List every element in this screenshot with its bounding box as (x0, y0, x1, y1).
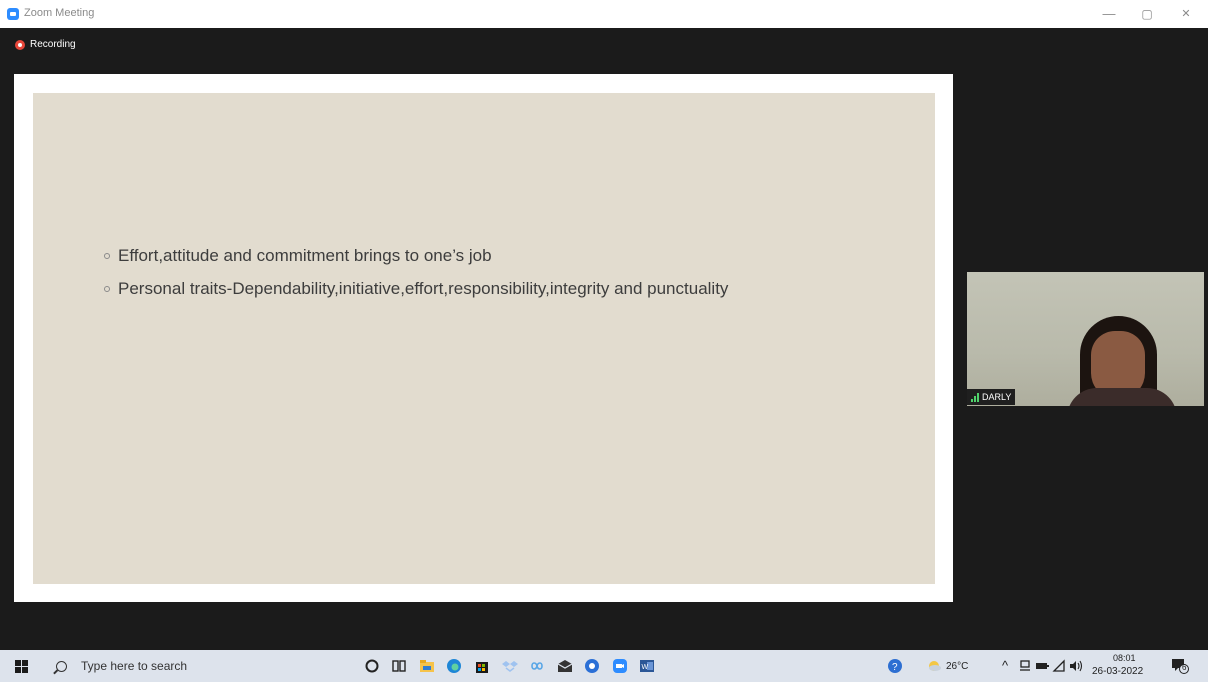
participant-video[interactable]: DARLY (967, 272, 1204, 406)
dropbox-icon[interactable] (502, 658, 518, 674)
bullet-text: Effort,attitude and commitment brings to… (118, 245, 492, 265)
network-adapter-icon[interactable] (1017, 658, 1033, 674)
notification-count: 6 (1182, 663, 1187, 672)
svg-text:W: W (642, 664, 649, 671)
search-placeholder: Type here to search (81, 659, 188, 673)
window-titlebar: Zoom Meeting — ▢ ✕ (0, 0, 1208, 28)
zoom-app-icon (7, 8, 19, 20)
file-explorer-icon[interactable] (419, 658, 435, 674)
bullet-icon (104, 252, 110, 259)
recording-indicator[interactable]: Recording (15, 39, 76, 50)
weather-icon[interactable] (926, 658, 942, 674)
window-title: Zoom Meeting (24, 7, 95, 19)
mail-icon[interactable] (557, 658, 573, 674)
record-icon (15, 39, 25, 50)
participant-name: DARLY (982, 392, 1012, 402)
chrome-like-app-icon[interactable] (584, 658, 600, 674)
task-view-icon[interactable] (391, 658, 407, 674)
signal-strength-icon (971, 392, 979, 402)
infinity-app-icon[interactable] (529, 658, 545, 674)
battery-icon[interactable] (1034, 658, 1050, 674)
cortana-icon[interactable] (364, 658, 380, 674)
clock-time[interactable]: 08:01 (1113, 653, 1136, 663)
wifi-icon[interactable] (1051, 658, 1067, 674)
bullet-text: Personal traits-Dependability,initiative… (118, 278, 729, 298)
participant-name-tag: DARLY (967, 389, 1016, 405)
restore-button[interactable]: ▢ (1135, 4, 1159, 24)
bullet-icon (104, 285, 110, 292)
clock-date[interactable]: 26-03-2022 (1092, 666, 1143, 677)
close-button[interactable]: ✕ (1174, 4, 1198, 24)
slide-bullet-list: Effort,attitude and commitment brings to… (104, 239, 728, 305)
help-icon[interactable]: ? (887, 658, 903, 674)
participant-body (1067, 388, 1177, 406)
volume-icon[interactable] (1068, 658, 1084, 674)
slide-bullet: Personal traits-Dependability,initiative… (104, 272, 728, 305)
svg-text:?: ? (892, 662, 898, 673)
windows-taskbar: Type here to search W ? 26°C ^ 08:01 26-… (0, 650, 1208, 682)
search-icon (56, 660, 67, 672)
word-icon[interactable]: W (639, 658, 655, 674)
slide-bullet: Effort,attitude and commitment brings to… (104, 239, 728, 272)
shared-screen: Effort,attitude and commitment brings to… (14, 74, 953, 602)
windows-start-icon[interactable] (15, 660, 28, 673)
edge-browser-icon[interactable] (446, 658, 462, 674)
weather-temperature[interactable]: 26°C (946, 661, 968, 672)
show-hidden-icons-chevron-icon[interactable]: ^ (1002, 658, 1008, 673)
zoom-taskbar-icon[interactable] (612, 658, 628, 674)
taskbar-search[interactable]: Type here to search (48, 651, 368, 681)
presentation-slide: Effort,attitude and commitment brings to… (33, 93, 935, 584)
meeting-area: Recording Effort,attitude and commitment… (0, 28, 1208, 650)
recording-label: Recording (30, 39, 76, 50)
microsoft-store-icon[interactable] (474, 658, 490, 674)
minimize-button[interactable]: — (1097, 4, 1121, 24)
